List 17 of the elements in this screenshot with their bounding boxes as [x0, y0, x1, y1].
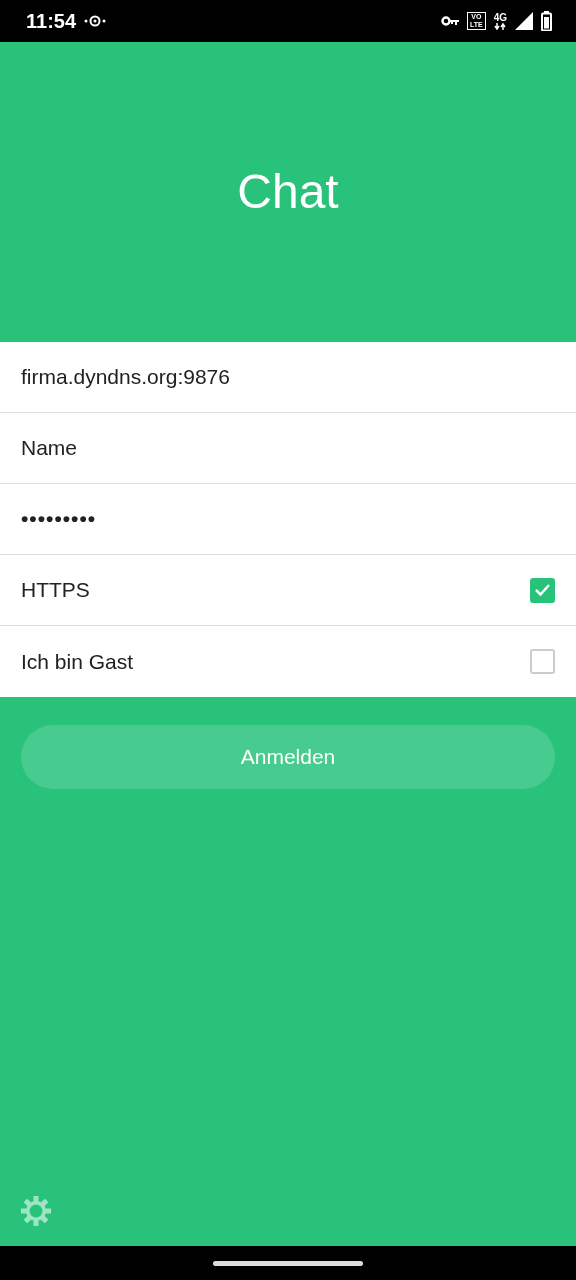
settings-icon[interactable] [21, 1196, 51, 1226]
key-icon [440, 16, 459, 26]
option-label: HTTPS [21, 577, 90, 604]
option-label: Ich bin Gast [21, 648, 134, 675]
checkbox[interactable] [530, 649, 555, 674]
battery-icon [541, 11, 552, 31]
checkmark-icon [534, 583, 551, 597]
hotspot-icon [84, 15, 107, 27]
password-field[interactable]: ••••••••• [0, 484, 576, 555]
app-title: Chat [237, 164, 339, 221]
checkbox[interactable] [530, 577, 555, 603]
clock: 11:54 [26, 9, 77, 34]
mobile-data-indicator: 4G [493, 12, 507, 30]
signal-icon [515, 12, 533, 30]
home-handle[interactable] [213, 1260, 363, 1266]
name-field[interactable]: Name [0, 413, 576, 484]
server-field[interactable]: firma.dyndns.org:9876 [0, 342, 576, 413]
